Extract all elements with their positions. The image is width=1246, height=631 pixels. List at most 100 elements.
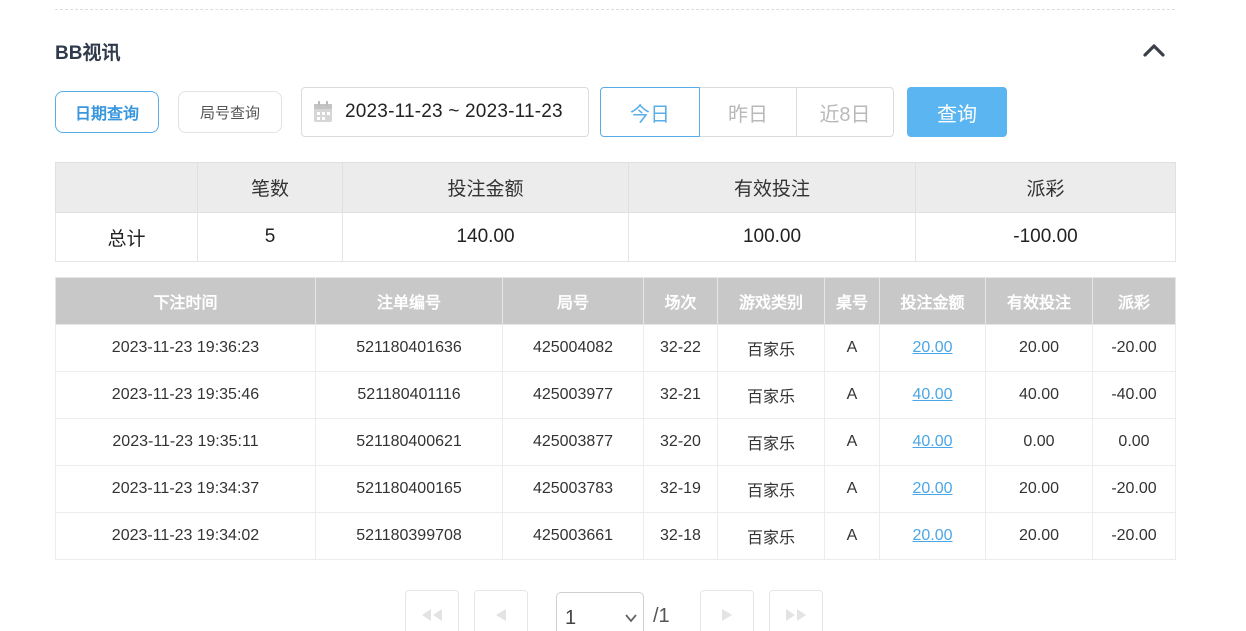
game-type-cell: 百家乐 — [717, 371, 825, 419]
bet-amount-cell: 20.00 — [879, 324, 986, 372]
summary-bet: 140.00 — [342, 212, 629, 262]
round-query-button[interactable]: 局号查询 — [178, 91, 282, 133]
bet-time-cell: 2023-11-23 19:35:46 — [55, 371, 316, 419]
summary-header: 派彩 — [915, 162, 1176, 213]
summary-total-row: 总计 5 140.00 100.00 -100.00 — [55, 212, 1176, 262]
quick-date-group: 今日 昨日 近8日 — [600, 87, 894, 137]
bet-amount-link[interactable]: 20.00 — [912, 339, 952, 356]
bet-amount-cell: 20.00 — [879, 512, 986, 560]
bet-amount-cell: 40.00 — [879, 418, 986, 466]
table-row: 2023-11-23 19:34:37 521180400165 425003783… — [55, 465, 1176, 513]
bet-amount-cell: 20.00 — [879, 465, 986, 513]
round-number-cell: 425003661 — [502, 512, 644, 560]
summary-valid: 100.00 — [628, 212, 916, 262]
date-query-button[interactable]: 日期查询 — [55, 91, 159, 133]
session-cell: 32-20 — [643, 418, 718, 466]
last-page-icon — [786, 609, 806, 621]
summary-table: 笔数 投注金额 有效投注 派彩 总计 5 140.00 100.00 -100.… — [55, 162, 1176, 262]
game-type-cell: 百家乐 — [717, 465, 825, 513]
table-number-cell: A — [824, 371, 880, 419]
prev-page-icon — [496, 609, 506, 621]
column-header: 场次 — [643, 277, 718, 325]
table-row: 2023-11-23 19:35:46 521180401116 425003977… — [55, 371, 1176, 419]
round-number-cell: 425003977 — [502, 371, 644, 419]
payout-cell: -20.00 — [1092, 465, 1176, 513]
game-type-cell: 百家乐 — [717, 512, 825, 560]
order-number-cell: 521180400165 — [315, 465, 503, 513]
table-number-cell: A — [824, 324, 880, 372]
valid-bet-cell: 20.00 — [985, 512, 1093, 560]
bet-amount-cell: 40.00 — [879, 371, 986, 419]
yesterday-button[interactable]: 昨日 — [699, 87, 797, 137]
order-number-cell: 521180401116 — [315, 371, 503, 419]
bet-amount-link[interactable]: 20.00 — [912, 480, 952, 497]
table-row: 2023-11-23 19:34:02 521180399708 425003661… — [55, 512, 1176, 560]
column-header: 有效投注 — [985, 277, 1093, 325]
last-page-button[interactable] — [769, 590, 823, 631]
next-page-button[interactable] — [700, 590, 754, 631]
round-number-cell: 425003877 — [502, 418, 644, 466]
session-cell: 32-22 — [643, 324, 718, 372]
session-cell: 32-19 — [643, 465, 718, 513]
game-type-cell: 百家乐 — [717, 418, 825, 466]
column-header: 局号 — [502, 277, 644, 325]
calendar-icon — [314, 101, 332, 122]
payout-cell: 0.00 — [1092, 418, 1176, 466]
chevron-down-icon — [625, 614, 637, 623]
bet-time-cell: 2023-11-23 19:36:23 — [55, 324, 316, 372]
search-button[interactable]: 查询 — [907, 87, 1007, 137]
today-button[interactable]: 今日 — [600, 87, 700, 137]
chevron-up-icon[interactable] — [1141, 40, 1167, 60]
order-number-cell: 521180401636 — [315, 324, 503, 372]
summary-count: 5 — [197, 212, 343, 262]
last-8-days-button[interactable]: 近8日 — [796, 87, 894, 137]
page-total: /1 — [653, 605, 670, 627]
bet-amount-link[interactable]: 20.00 — [912, 527, 952, 544]
summary-label: 总计 — [55, 212, 198, 262]
valid-bet-cell: 20.00 — [985, 324, 1093, 372]
round-number-cell: 425003783 — [502, 465, 644, 513]
round-number-cell: 425004082 — [502, 324, 644, 372]
date-range-input[interactable]: 2023-11-23 ~ 2023-11-23 — [301, 87, 589, 137]
column-header: 注单编号 — [315, 277, 503, 325]
column-header: 投注金额 — [879, 277, 986, 325]
section-title: BB视讯 — [55, 43, 121, 64]
summary-header — [55, 162, 198, 213]
date-range-value: 2023-11-23 ~ 2023-11-23 — [345, 101, 563, 122]
summary-header: 投注金额 — [342, 162, 629, 213]
bet-amount-link[interactable]: 40.00 — [912, 386, 952, 403]
bet-time-cell: 2023-11-23 19:35:11 — [55, 418, 316, 466]
summary-header: 笔数 — [197, 162, 343, 213]
first-page-button[interactable] — [405, 590, 459, 631]
payout-cell: -40.00 — [1092, 371, 1176, 419]
top-divider — [55, 9, 1175, 10]
column-header: 下注时间 — [55, 277, 316, 325]
payout-cell: -20.00 — [1092, 324, 1176, 372]
bet-detail-table: 下注时间 注单编号 局号 场次 游戏类别 桌号 投注金额 有效投注 派彩 202… — [55, 277, 1176, 560]
summary-header: 有效投注 — [628, 162, 916, 213]
bet-amount-link[interactable]: 40.00 — [912, 433, 952, 450]
order-number-cell: 521180399708 — [315, 512, 503, 560]
detail-header-row: 下注时间 注单编号 局号 场次 游戏类别 桌号 投注金额 有效投注 派彩 — [55, 277, 1176, 325]
payout-cell: -20.00 — [1092, 512, 1176, 560]
bet-time-cell: 2023-11-23 19:34:02 — [55, 512, 316, 560]
table-row: 2023-11-23 19:35:11 521180400621 425003877… — [55, 418, 1176, 466]
column-header: 桌号 — [824, 277, 880, 325]
valid-bet-cell: 20.00 — [985, 465, 1093, 513]
summary-header-row: 笔数 投注金额 有效投注 派彩 — [55, 162, 1176, 213]
table-number-cell: A — [824, 418, 880, 466]
page-select[interactable]: 1 — [556, 592, 644, 631]
table-number-cell: A — [824, 465, 880, 513]
game-type-cell: 百家乐 — [717, 324, 825, 372]
prev-page-button[interactable] — [474, 590, 528, 631]
column-header: 游戏类别 — [717, 277, 825, 325]
summary-payout: -100.00 — [915, 212, 1176, 262]
column-header: 派彩 — [1092, 277, 1176, 325]
bet-time-cell: 2023-11-23 19:34:37 — [55, 465, 316, 513]
valid-bet-cell: 40.00 — [985, 371, 1093, 419]
first-page-icon — [422, 609, 442, 621]
valid-bet-cell: 0.00 — [985, 418, 1093, 466]
order-number-cell: 521180400621 — [315, 418, 503, 466]
table-number-cell: A — [824, 512, 880, 560]
session-cell: 32-21 — [643, 371, 718, 419]
